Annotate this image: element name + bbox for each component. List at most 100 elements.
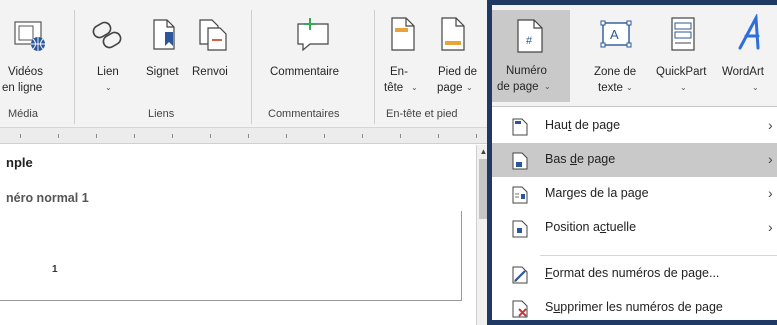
submenu-arrow-icon: › [768,117,773,133]
header-label-1: En- [390,66,408,78]
style-label: néro normal 1 [6,191,89,205]
header-label-2: tête [384,82,404,94]
ruler-tick [20,134,21,138]
menu-item-format-page-numbers[interactable]: Format des numéros de page... [492,257,777,291]
page-bottom-icon [512,152,528,170]
menu-item-label: Marges de la page [545,186,649,200]
chevron-down-icon: ⌄ [466,83,473,92]
remove-page-numbers-icon [512,300,528,318]
document-heading: nple [6,155,33,170]
submenu-arrow-icon: › [768,219,773,235]
text-box-button[interactable]: A Zone de texte ⌄ [582,6,650,104]
chevron-down-icon: ⌄ [752,83,759,92]
scrollbar-thumb[interactable] [479,159,488,219]
comment-button[interactable]: Commentaire [258,6,368,104]
submenu-arrow-icon: › [768,151,773,167]
menu-item-label: Supprimer les numéros de page [545,300,723,314]
quickpart-button[interactable]: QuickPart ⌄ [650,6,716,104]
submenu-arrow-icon: › [768,185,773,201]
chevron-down-icon: ⌄ [411,83,418,92]
header-icon [391,17,415,51]
page-top-icon [512,118,528,136]
ruler-tick [400,134,401,138]
ribbon-separator [251,10,252,124]
ribbon-separator [374,10,375,124]
footer-icon [441,17,465,51]
ruler-tick [58,134,59,138]
header-button[interactable]: En- tête ⌄ [380,6,424,104]
menu-item-label: Bas de page [545,152,616,166]
menu-item-top-of-page[interactable]: Haut de page › [492,109,777,143]
group-label-media: Média [8,108,38,120]
menu-separator [540,255,777,256]
cross-reference-icon [199,19,227,51]
link-button[interactable]: Lien ⌄ [82,6,132,104]
page-number-field[interactable]: 1 [52,264,58,275]
menu-item-label: Haut de page [545,118,621,132]
ruler-tick [362,134,363,138]
text-box-icon: A [600,20,632,48]
vertical-scrollbar[interactable]: ▲ [476,145,490,325]
page-margins-icon [512,186,528,204]
menu-item-remove-page-numbers[interactable]: Supprimer les numéros de page [492,291,777,325]
group-label-comments: Commentaires [268,108,340,120]
quickpart-label: QuickPart [656,66,707,78]
online-videos-label-1: Vidéos [8,66,43,78]
footer-button[interactable]: Pied de page ⌄ [426,6,486,104]
link-label: Lien [97,66,119,78]
ruler-tick [96,134,97,138]
bookmark-label: Signet [146,66,179,78]
cross-reference-label: Renvoi [192,66,228,78]
ribbon-separator [74,10,75,124]
footer-label-1: Pied de [438,66,478,78]
wordart-icon [738,14,760,50]
menu-item-page-margins[interactable]: Marges de la page › [492,177,777,211]
current-position-icon [512,220,528,238]
ruler-tick [438,134,439,138]
menu-item-current-position[interactable]: Position actuelle › [492,211,777,245]
text-box-label-2: texte [598,82,623,94]
menu-item-label: Format des numéros de page... [545,266,720,280]
chevron-down-icon: ⌄ [626,83,633,92]
ruler-tick [286,134,287,138]
cross-reference-button[interactable]: Renvoi [190,6,238,104]
ruler-tick [248,134,249,138]
online-video-icon [14,21,45,51]
page-outline [0,211,462,301]
document-area[interactable]: nple néro normal 1 1 [0,145,476,325]
text-box-label-1: Zone de [594,66,637,78]
comment-label: Commentaire [270,66,340,78]
page-number-menu: Haut de page › Bas de page › Marges de l… [492,106,777,325]
svg-text:A: A [610,27,619,42]
ruler-tick [172,134,173,138]
ruler-tick [134,134,135,138]
link-icon [92,21,122,49]
quickpart-icon [671,17,695,51]
svg-text:#: # [526,35,533,47]
ruler-tick [324,134,325,138]
group-label-header-footer: En-tête et pied [386,108,458,120]
footer-label-2: page [437,82,463,94]
new-comment-icon [297,18,329,52]
scroll-up-icon[interactable]: ▲ [479,147,488,156]
page-number-label-2: de page [497,81,539,93]
page-number-label-1: Numéro [506,65,547,77]
bookmark-button[interactable]: Signet [140,6,188,104]
chevron-down-icon: ⌄ [680,83,687,92]
wordart-label: WordArt [722,66,764,78]
page-number-icon: # [517,19,543,53]
online-videos-label-2: en ligne [2,82,43,94]
bookmark-icon [153,19,175,50]
horizontal-ruler[interactable] [0,128,495,144]
wordart-button[interactable]: WordArt ⌄ [718,6,777,104]
chevron-down-icon: ⌄ [544,82,551,91]
page-number-button[interactable]: # Numéro de page ⌄ [492,10,570,102]
ruler-tick [476,134,477,138]
menu-item-bottom-of-page[interactable]: Bas de page › [492,143,777,177]
online-videos-button[interactable]: Vidéos en ligne [0,6,66,104]
group-label-links: Liens [148,108,175,120]
ruler-tick [210,134,211,138]
format-page-numbers-icon [512,266,528,284]
menu-item-label: Position actuelle [545,220,637,234]
chevron-down-icon: ⌄ [105,83,112,92]
